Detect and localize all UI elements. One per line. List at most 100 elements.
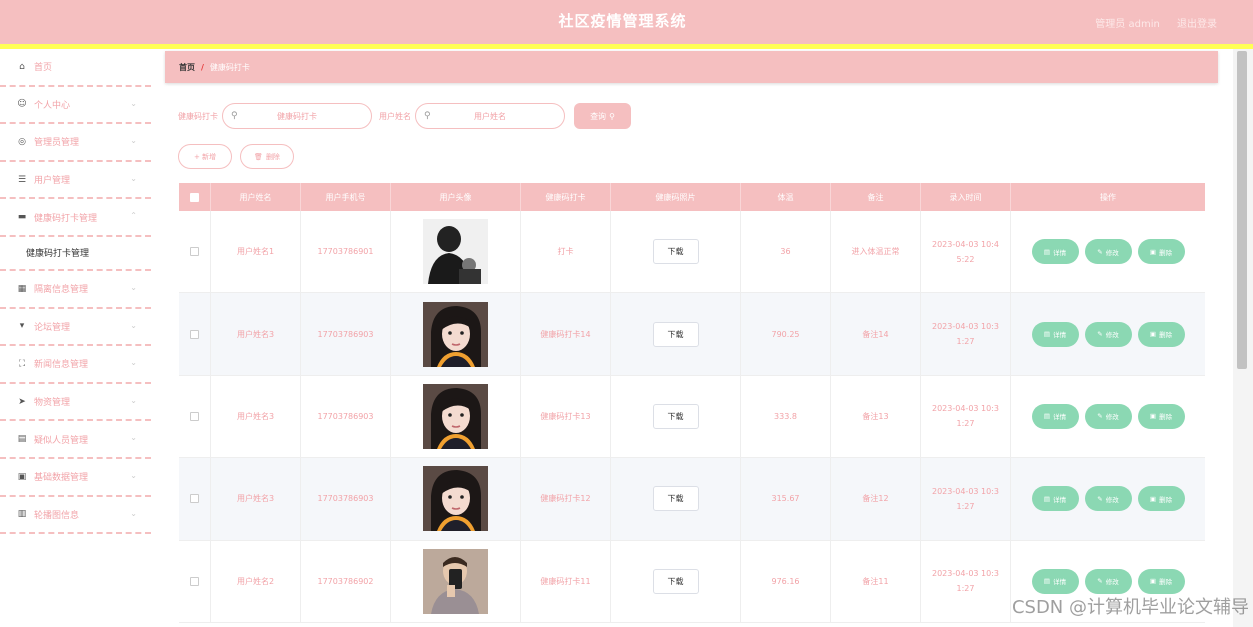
- sidebar-item[interactable]: ▾ 论坛管理 ⌄: [0, 309, 151, 347]
- document-icon: ▤: [1043, 494, 1051, 503]
- row-actions: ▤ 详情 ✎ 修改 ▣ 删除: [1029, 239, 1188, 265]
- delete-button-label: 删除: [1159, 578, 1173, 587]
- cell-note: 备注13: [831, 375, 921, 458]
- sidebar-item-label: 健康码打卡管理: [34, 213, 98, 224]
- header-phone: 用户手机号: [301, 183, 391, 211]
- query-button[interactable]: 查询 ⚲: [574, 103, 631, 129]
- cell-punch: 健康码打卡14: [521, 293, 611, 375]
- sidebar-item-label: 物资管理: [34, 398, 71, 409]
- row-actions: ▤ 详情 ✎ 修改 ▣ 删除: [1029, 321, 1188, 347]
- row-checkbox[interactable]: [190, 329, 199, 339]
- sidebar-item[interactable]: ☺ 个人中心 ⌄: [0, 87, 151, 125]
- download-button[interactable]: 下载: [652, 486, 699, 512]
- sidebar-item-label: 隔离信息管理: [34, 285, 89, 296]
- admin-label[interactable]: 管理员 admin: [1095, 19, 1160, 30]
- sidebar-item-label: 疑似人员管理: [34, 435, 89, 446]
- cell-time: 2023-04-03 10:3 1:27: [921, 540, 1011, 622]
- select-all-checkbox[interactable]: [190, 192, 199, 202]
- sidebar-item[interactable]: ◎ 管理员管理 ⌄: [0, 124, 151, 162]
- cell-username: 用户姓名2: [211, 540, 301, 622]
- sidebar-item[interactable]: ▬ 健康码打卡管理 ⌃: [0, 199, 151, 237]
- download-button[interactable]: 下载: [652, 321, 699, 347]
- detail-button[interactable]: ▤ 详情: [1031, 486, 1079, 512]
- top-bar: 社区疫情管理系统 管理员 admin 退出登录: [0, 0, 1253, 49]
- clipboard-icon: ▥: [17, 509, 27, 520]
- download-button[interactable]: 下载: [652, 239, 699, 265]
- row-checkbox[interactable]: [190, 494, 199, 504]
- sidebar-item-label: 新闻信息管理: [34, 360, 89, 371]
- detail-button[interactable]: ▤ 详情: [1031, 568, 1079, 594]
- sidebar-item[interactable]: ▦ 隔离信息管理 ⌄: [0, 271, 151, 309]
- row-checkbox[interactable]: [190, 576, 199, 586]
- watermark: CSDN @计算机毕业论文辅导: [1011, 597, 1249, 618]
- detail-button-label: 详情: [1053, 413, 1067, 422]
- download-button[interactable]: 下载: [652, 403, 699, 429]
- punch-search-input[interactable]: ⚲ 健康码打卡: [222, 103, 372, 129]
- cell-phone: 17703786903: [301, 458, 391, 540]
- user-icon: ☺: [17, 99, 27, 110]
- username-search-input[interactable]: ⚲ 用户姓名: [415, 103, 565, 129]
- sidebar-item[interactable]: ▤ 疑似人员管理 ⌄: [0, 421, 151, 459]
- edit-button[interactable]: ✎ 修改: [1084, 321, 1132, 347]
- cell-temperature: 36: [741, 211, 831, 293]
- row-checkbox[interactable]: [190, 411, 199, 421]
- sidebar-item[interactable]: ▣ 基础数据管理 ⌄: [0, 459, 151, 497]
- delete-button[interactable]: ▣ 删除: [1137, 321, 1185, 347]
- app-title: 社区疫情管理系统: [558, 12, 687, 30]
- time-line-2: 1:27: [956, 584, 975, 594]
- delete-button[interactable]: ▣ 删除: [1137, 568, 1185, 594]
- row-checkbox[interactable]: [190, 247, 199, 257]
- logout-link[interactable]: 退出登录: [1177, 19, 1217, 30]
- delete-button[interactable]: ▣ 删除: [1137, 403, 1185, 429]
- top-right-links: 管理员 admin 退出登录: [1081, 15, 1217, 30]
- edit-button[interactable]: ✎ 修改: [1084, 486, 1132, 512]
- time-line-2: 1:27: [956, 419, 975, 429]
- row-actions: ▤ 详情 ✎ 修改 ▣ 删除: [1029, 486, 1188, 512]
- time-line-1: 2023-04-03 10:3: [932, 486, 999, 496]
- detail-button-label: 详情: [1053, 248, 1067, 257]
- edit-button[interactable]: ✎ 修改: [1084, 239, 1132, 265]
- table-row: 用户姓名1 17703786901 打卡 下载 36 进入体温正常 2023-04-03 1…: [179, 211, 1205, 294]
- avatar: [423, 548, 488, 614]
- data-table: 用户姓名 用户手机号 用户头像 健康码打卡 健康码照片 体温 备注 录入时间 操…: [179, 183, 1205, 623]
- cell-note: 进入体温正常: [831, 211, 921, 293]
- time-line-1: 2023-04-03 10:3: [932, 404, 999, 414]
- sidebar-item[interactable]: ⌂ 首页: [0, 49, 151, 87]
- batch-delete-button[interactable]: 🗑 删除: [240, 144, 294, 169]
- cell-avatar: [391, 211, 521, 293]
- sidebar-subitem-health-punch[interactable]: 健康码打卡管理: [0, 236, 151, 271]
- scrollbar-thumb[interactable]: [1237, 51, 1247, 369]
- cell-photo: 下载: [611, 458, 741, 540]
- cell-actions: ▤ 详情 ✎ 修改 ▣ 删除: [1011, 211, 1205, 292]
- detail-button[interactable]: ▤ 详情: [1031, 321, 1079, 347]
- sidebar-item[interactable]: ⛶ 新闻信息管理 ⌄: [0, 346, 151, 384]
- cell-actions: ▤ 详情 ✎ 修改 ▣ 删除: [1011, 458, 1205, 539]
- sidebar-item-label: 个人中心: [34, 100, 71, 111]
- search-label-punch: 健康码打卡: [178, 111, 218, 121]
- query-button-label: 查询: [590, 111, 607, 121]
- detail-button[interactable]: ▤ 详情: [1031, 403, 1079, 429]
- download-button[interactable]: 下载: [652, 568, 699, 594]
- delete-button-label: 删除: [1159, 331, 1173, 340]
- cell-note: 备注12: [831, 458, 921, 540]
- delete-button[interactable]: ▣ 删除: [1137, 239, 1185, 265]
- document-icon: ▤: [1043, 412, 1051, 421]
- sidebar-item[interactable]: ☰ 用户管理 ⌄: [0, 162, 151, 200]
- detail-button[interactable]: ▤ 详情: [1031, 239, 1079, 265]
- detail-button-label: 详情: [1053, 495, 1067, 504]
- sidebar-item-label: 管理员管理: [34, 138, 80, 149]
- globe-icon: ◎: [18, 136, 26, 147]
- breadcrumb-home[interactable]: 首页: [179, 62, 195, 73]
- edit-button[interactable]: ✎ 修改: [1084, 403, 1132, 429]
- edit-button[interactable]: ✎ 修改: [1084, 568, 1132, 594]
- page-scrollbar[interactable]: [1233, 49, 1253, 627]
- time-text: 2023-04-03 10:3 1:27: [926, 401, 1006, 431]
- add-button[interactable]: + 新增: [178, 144, 232, 169]
- sidebar-item[interactable]: ➤ 物资管理 ⌄: [0, 384, 151, 422]
- avatar: [423, 466, 488, 532]
- sliders-icon: ☰: [17, 174, 27, 185]
- sidebar-item[interactable]: ▥ 轮播图信息 ⌄: [0, 497, 151, 535]
- delete-button[interactable]: ▣ 删除: [1137, 486, 1185, 512]
- pencil-icon: ✎: [1097, 330, 1103, 339]
- edit-button-label: 修改: [1105, 331, 1119, 340]
